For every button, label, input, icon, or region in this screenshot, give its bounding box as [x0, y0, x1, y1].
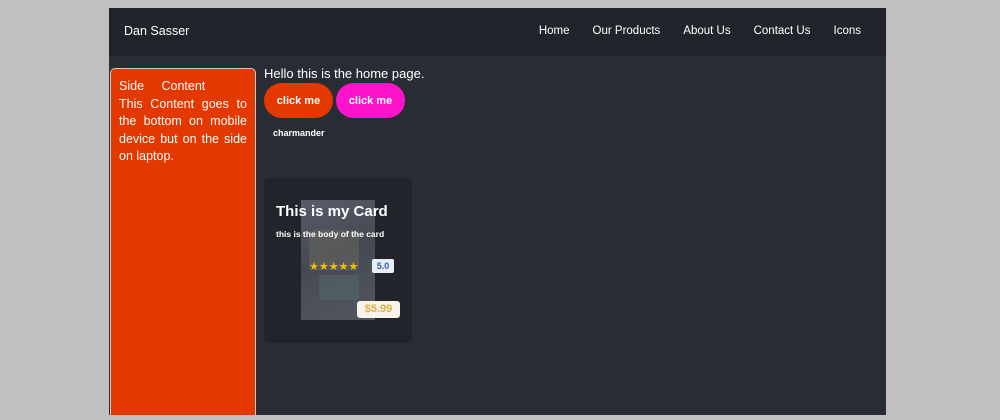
navbar: Dan Sasser Home Our Products About Us Co…: [109, 8, 886, 56]
star-rating-icons: ★★★★★: [309, 261, 359, 273]
side-content-text: This Content goes to the bottom on mobil…: [119, 96, 247, 164]
price-badge: $5.99: [357, 301, 400, 318]
pokemon-name: charmander: [273, 128, 325, 138]
card-title: This is my Card: [276, 203, 388, 220]
nav-link-contact-us[interactable]: Contact Us: [754, 25, 811, 37]
product-card[interactable]: This is my Card this is the body of the …: [264, 178, 412, 343]
brand-link[interactable]: Dan Sasser: [124, 24, 189, 38]
nav-links: Home Our Products About Us Contact Us Ic…: [539, 25, 861, 37]
app-window: Dan Sasser Home Our Products About Us Co…: [109, 8, 886, 415]
click-me-button-orange[interactable]: click me: [264, 83, 333, 118]
rating-badge: 5.0: [372, 259, 394, 273]
card-image-detail: [319, 275, 359, 300]
nav-link-about-us[interactable]: About Us: [683, 25, 730, 37]
nav-link-home[interactable]: Home: [539, 25, 570, 37]
side-content-title: Side Content: [119, 79, 206, 93]
click-me-button-pink[interactable]: click me: [336, 83, 405, 118]
card-body-text: this is the body of the card: [276, 229, 385, 239]
nav-link-our-products[interactable]: Our Products: [593, 25, 661, 37]
home-greeting: Hello this is the home page.: [264, 66, 425, 81]
nav-link-icons[interactable]: Icons: [834, 25, 862, 37]
side-content-panel: Side Content This Content goes to the bo…: [110, 68, 256, 415]
